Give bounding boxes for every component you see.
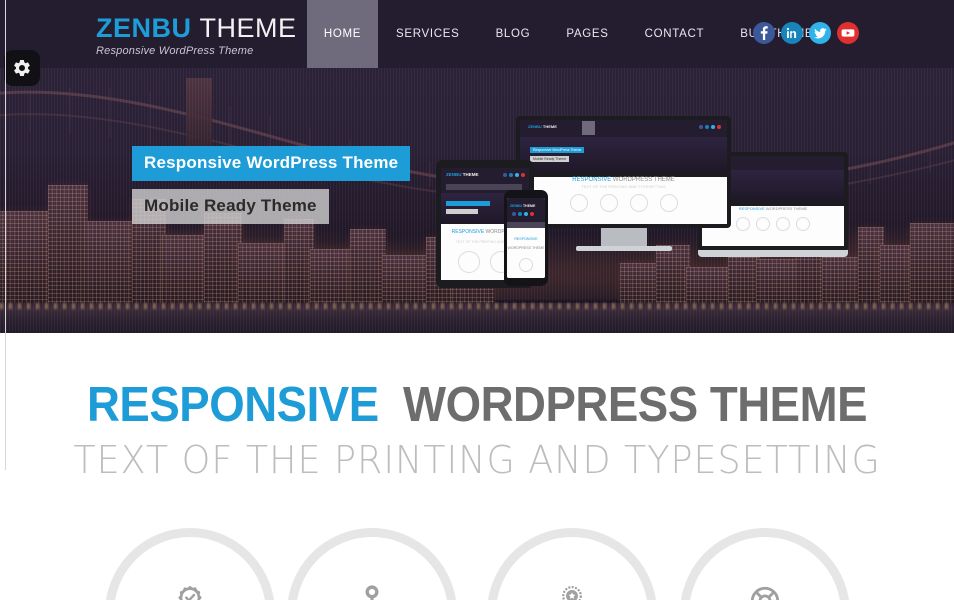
logo-title-secondary: THEME xyxy=(199,13,297,43)
feature-circle-support[interactable] xyxy=(680,528,850,600)
logo-title-primary: ZENBU xyxy=(96,13,192,43)
nav-item-pages[interactable]: PAGES xyxy=(548,0,626,68)
hero-tagline-group: Responsive WordPress Theme Mobile Ready … xyxy=(132,146,411,224)
linkedin-icon[interactable] xyxy=(781,22,803,44)
feature-circle-guarantee[interactable] xyxy=(105,528,275,600)
logo-tagline: Responsive WordPress Theme xyxy=(96,45,254,57)
section-subheading: TEXT OF THE PRINTING AND TYPESETTING xyxy=(73,438,881,482)
gear-icon xyxy=(14,59,30,77)
hero-tagline-primary: Responsive WordPress Theme xyxy=(132,146,411,181)
page-left-edge-line xyxy=(5,0,6,470)
site-logo[interactable]: ZENBU THEME Responsive WordPress Theme xyxy=(96,15,297,57)
page-root: Responsive WordPress Theme Mobile Ready … xyxy=(0,0,954,600)
mockup-heading-blue: RESPONSIVE xyxy=(738,205,765,211)
twitter-icon[interactable] xyxy=(809,22,831,44)
phone-mockup: ZENBU THEME RESPONSIVE WORDPRESS THEME xyxy=(504,190,548,286)
intro-section: RESPONSIVE WORDPRESS THEME TEXT OF THE P… xyxy=(0,333,954,600)
logo-title: ZENBU THEME xyxy=(96,15,297,42)
nav-item-contact[interactable]: CONTACT xyxy=(627,0,723,68)
feature-circle-group xyxy=(0,528,954,600)
desktop-monitor-mockup: ZENBU THEME Responsive WordPress Theme M… xyxy=(516,116,731,251)
nav-item-blog[interactable]: BLOG xyxy=(478,0,549,68)
badge-check-icon xyxy=(178,585,202,600)
lifebuoy-icon xyxy=(750,586,780,600)
nav-item-services[interactable]: SERVICES xyxy=(378,0,478,68)
device-mockup-group: RESPONSIVE WORDPRESS THEME ZENBU THEME R… xyxy=(426,108,848,308)
site-header: ZENBU THEME Responsive WordPress Theme H… xyxy=(0,0,954,68)
settings-toggle-button[interactable] xyxy=(4,50,40,86)
feature-circle-top-quality[interactable] xyxy=(487,528,657,600)
section-heading-gray: WORDPRESS THEME xyxy=(403,378,868,432)
social-links xyxy=(753,22,859,44)
award-ribbon-icon xyxy=(562,585,582,600)
youtube-icon[interactable] xyxy=(837,22,859,44)
section-heading-blue: RESPONSIVE xyxy=(86,378,379,432)
key-icon xyxy=(365,585,379,600)
hero-tagline-secondary: Mobile Ready Theme xyxy=(132,189,329,224)
section-heading: RESPONSIVE WORDPRESS THEME xyxy=(33,377,920,433)
facebook-icon[interactable] xyxy=(753,22,775,44)
nav-item-home[interactable]: HOME xyxy=(307,0,378,68)
feature-circle-ip-secure[interactable] xyxy=(287,528,457,600)
